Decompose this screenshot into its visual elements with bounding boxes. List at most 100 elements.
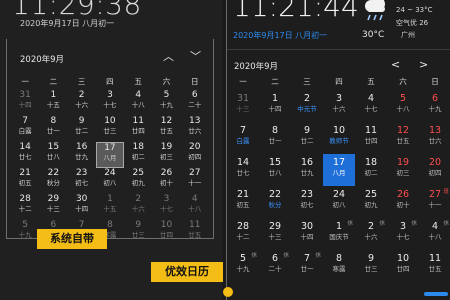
- day-cell[interactable]: 22 秋分: [259, 186, 291, 218]
- day-cell[interactable]: 15 廿八: [39, 142, 67, 168]
- day-cell[interactable]: 24 初八: [96, 168, 124, 194]
- city-name[interactable]: 广州: [401, 30, 415, 40]
- day-number: 30: [300, 221, 314, 232]
- day-cell[interactable]: 6 二十休: [259, 250, 291, 282]
- day-cell[interactable]: 19 初三: [152, 142, 180, 168]
- day-cell[interactable]: 21 初五: [227, 186, 259, 218]
- day-number: 1: [107, 194, 113, 204]
- day-cell[interactable]: 15 廿八: [259, 154, 291, 186]
- day-cell[interactable]: 10 教师节: [323, 122, 355, 154]
- day-cell[interactable]: 2 十六休: [355, 218, 387, 250]
- day-cell[interactable]: 13 廿六: [419, 122, 450, 154]
- day-cell[interactable]: 25 初九: [355, 186, 387, 218]
- day-cell[interactable]: 2 十六: [124, 194, 152, 220]
- day-cell-today[interactable]: 17 八月: [323, 154, 355, 186]
- day-cell[interactable]: 1 十五: [96, 194, 124, 220]
- day-cell[interactable]: 7 廿一休: [291, 250, 323, 282]
- day-cell[interactable]: 11 廿四: [124, 116, 152, 142]
- day-cell[interactable]: 4 十七: [355, 90, 387, 122]
- clock-date[interactable]: 2020年9月17日 八月初一: [20, 18, 114, 29]
- day-cell[interactable]: 9 廿二: [68, 116, 96, 142]
- day-cell-today[interactable]: 17 八月: [95, 142, 125, 168]
- day-cell[interactable]: 11 廿五: [419, 250, 450, 282]
- day-cell[interactable]: 14 廿七: [11, 142, 39, 168]
- day-cell[interactable]: 29 十三: [39, 194, 67, 220]
- day-cell[interactable]: 13 廿六: [181, 116, 209, 142]
- day-number: 6: [191, 90, 198, 100]
- day-cell[interactable]: 3 十六: [323, 90, 355, 122]
- day-cell[interactable]: 2 中元节: [291, 90, 323, 122]
- lunar-label: 廿一: [46, 127, 60, 135]
- day-number: 10: [160, 220, 173, 230]
- day-cell[interactable]: 29 十三: [259, 218, 291, 250]
- lunar-label: 廿五: [428, 265, 442, 273]
- day-cell[interactable]: 3 十七: [96, 90, 124, 116]
- day-cell[interactable]: 25 初九: [124, 168, 152, 194]
- day-cell[interactable]: 30 十四: [291, 218, 323, 250]
- day-cell[interactable]: 19 初三: [387, 154, 419, 186]
- lunar-label: 十七: [103, 101, 117, 109]
- day-cell[interactable]: 16 廿九: [291, 154, 323, 186]
- day-cell[interactable]: 6二十: [181, 90, 209, 116]
- day-cell[interactable]: 5 十八: [387, 90, 419, 122]
- day-cell[interactable]: 27 十一: [181, 168, 209, 194]
- day-cell[interactable]: 1 十四: [259, 90, 291, 122]
- day-cell[interactable]: 4 十八: [124, 90, 152, 116]
- day-cell[interactable]: 30 十四: [68, 194, 96, 220]
- day-cell[interactable]: 31 十四: [11, 90, 39, 116]
- day-cell[interactable]: 7 白露: [227, 122, 259, 154]
- day-cell[interactable]: 10 廿四: [152, 220, 180, 246]
- day-cell[interactable]: 9 廿二: [291, 122, 323, 154]
- day-number: 10: [104, 116, 116, 126]
- day-cell[interactable]: 24 初八: [323, 186, 355, 218]
- day-cell[interactable]: 28 十二: [11, 194, 39, 220]
- day-cell[interactable]: 1 国庆节休: [323, 218, 355, 250]
- day-cell[interactable]: 4 十八: [181, 194, 209, 220]
- chevron-right-icon[interactable]: >: [419, 58, 428, 71]
- day-cell[interactable]: 14 廿七: [227, 154, 259, 186]
- day-cell[interactable]: 8 廿一: [39, 116, 67, 142]
- day-cell[interactable]: 8 寒露: [323, 250, 355, 282]
- scroll-indicator[interactable]: [424, 292, 448, 296]
- day-cell[interactable]: 31 十三: [227, 90, 259, 122]
- day-cell[interactable]: 20 初四: [419, 154, 450, 186]
- clock-date[interactable]: 2020年9月17日 八月初一: [233, 30, 327, 41]
- day-cell[interactable]: 27 十一班: [419, 186, 450, 218]
- day-cell[interactable]: 18 初二: [124, 142, 152, 168]
- day-cell[interactable]: 23 初七: [291, 186, 323, 218]
- day-cell[interactable]: 11 廿四: [355, 122, 387, 154]
- day-cell[interactable]: 11 廿五: [181, 220, 209, 246]
- day-cell[interactable]: 3 十七: [152, 194, 180, 220]
- day-cell[interactable]: 8 廿一: [259, 122, 291, 154]
- day-number: 8: [50, 116, 57, 126]
- day-cell[interactable]: 16 廿九: [68, 142, 96, 168]
- day-cell[interactable]: 9 廿三: [355, 250, 387, 282]
- day-cell[interactable]: 4 十八休: [419, 218, 450, 250]
- chevron-left-icon[interactable]: <: [391, 58, 400, 71]
- day-cell[interactable]: 2 十六: [68, 90, 96, 116]
- day-cell[interactable]: 20 初四: [181, 142, 209, 168]
- day-cell[interactable]: 10 廿三: [96, 116, 124, 142]
- day-cell[interactable]: 12 廿五: [387, 122, 419, 154]
- day-cell[interactable]: 12 廿五: [152, 116, 180, 142]
- chevron-up-icon[interactable]: ︿: [163, 48, 174, 64]
- day-cell[interactable]: 5 十九: [11, 220, 39, 246]
- month-title[interactable]: 2020年9月: [234, 60, 278, 72]
- chevron-down-icon[interactable]: ﹀: [190, 48, 201, 64]
- day-cell[interactable]: 9 廿三: [124, 220, 152, 246]
- month-title[interactable]: 2020年9月: [20, 53, 64, 65]
- day-cell[interactable]: 7 白露: [11, 116, 39, 142]
- day-cell[interactable]: 6 十九: [419, 90, 450, 122]
- day-cell[interactable]: 10 廿四: [387, 250, 419, 282]
- day-cell[interactable]: 22 秋分: [39, 168, 67, 194]
- day-cell[interactable]: 28 十二: [227, 218, 259, 250]
- day-cell[interactable]: 5 十九休: [227, 250, 259, 282]
- day-cell[interactable]: 3 十七休: [387, 218, 419, 250]
- day-cell[interactable]: 26 初十: [387, 186, 419, 218]
- day-cell[interactable]: 5 十九: [152, 90, 180, 116]
- day-cell[interactable]: 26 初十: [152, 168, 180, 194]
- day-cell[interactable]: 21 初五: [11, 168, 39, 194]
- day-cell[interactable]: 23 初七: [68, 168, 96, 194]
- day-cell[interactable]: 18 初二: [355, 154, 387, 186]
- day-cell[interactable]: 1 十五: [39, 90, 67, 116]
